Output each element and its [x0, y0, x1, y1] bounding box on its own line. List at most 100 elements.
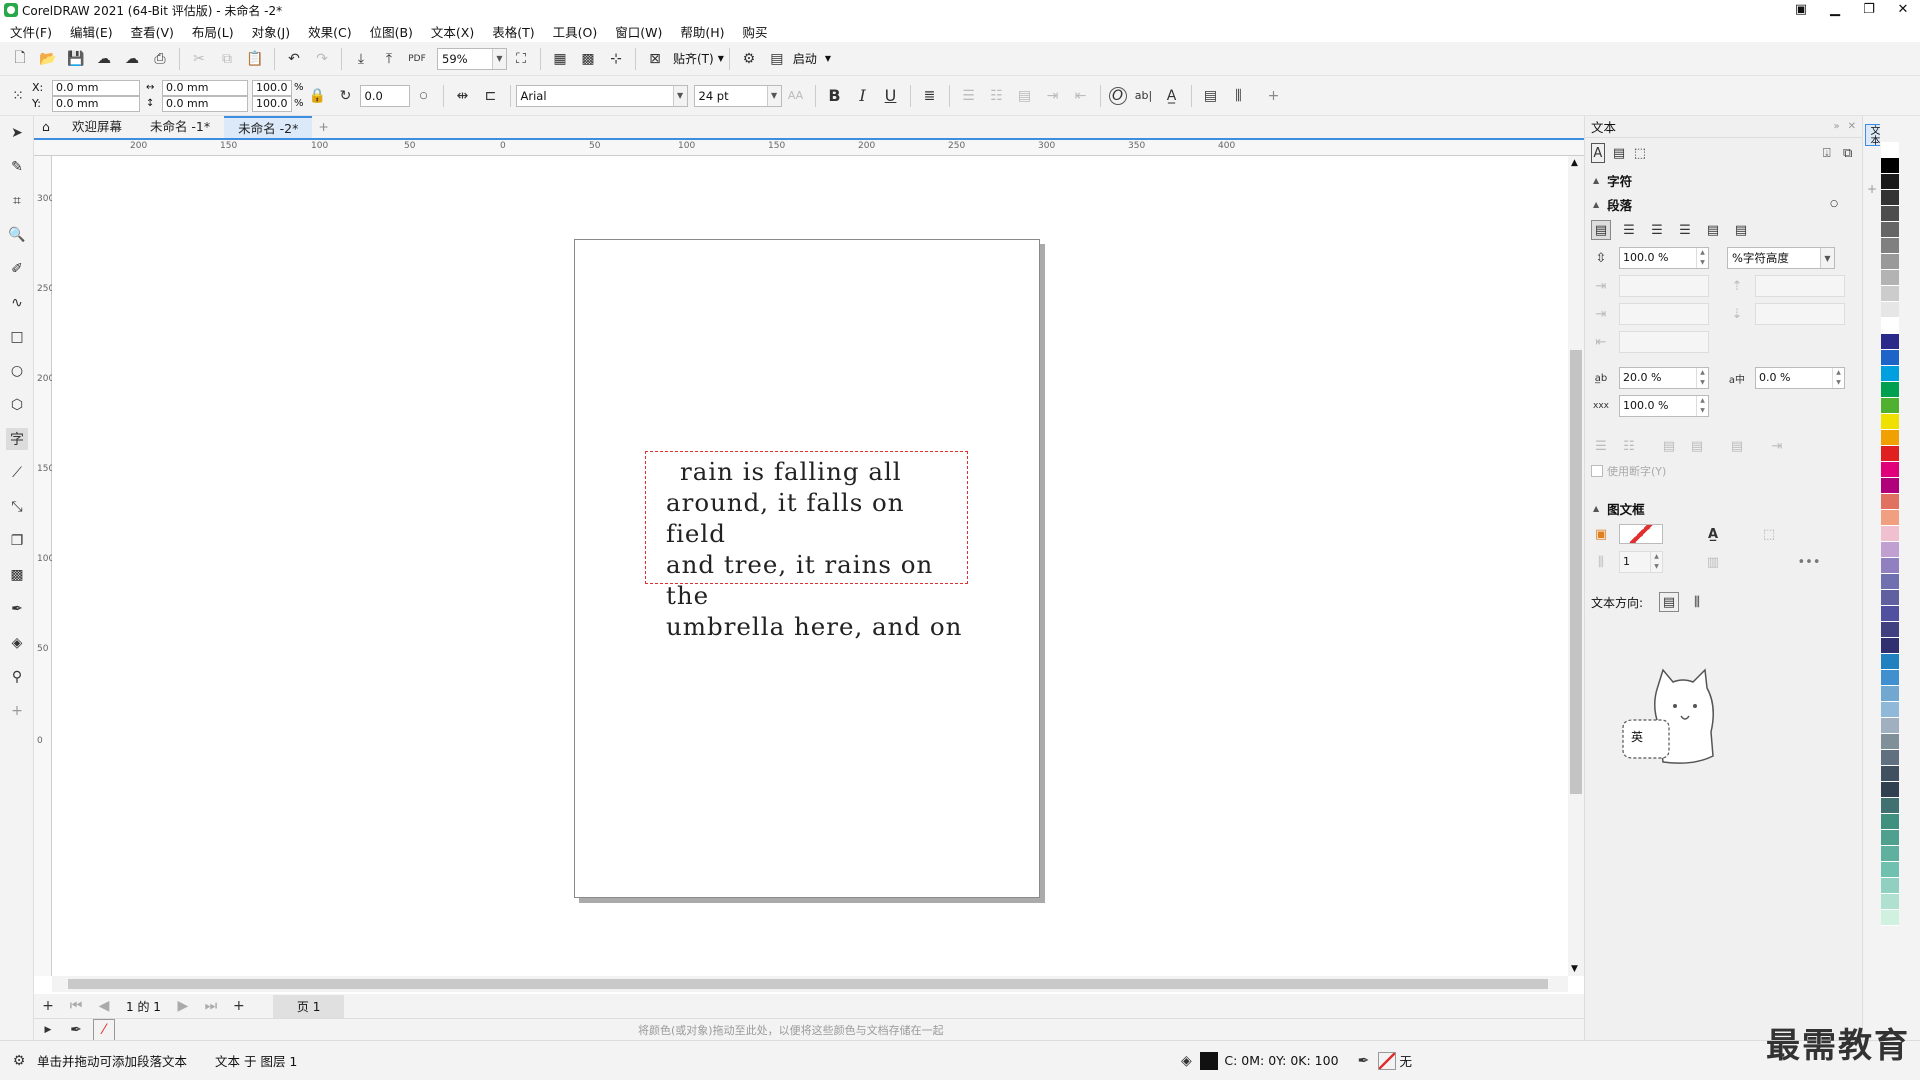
numbered-list-icon[interactable]: ☷ [986, 85, 1008, 107]
force-justify-icon[interactable]: ▤ [1731, 220, 1751, 240]
menu-bitmaps[interactable]: 位图(B) [370, 22, 413, 41]
line-spacing-field[interactable]: 100.0 % ▲ ▼ [1619, 247, 1709, 269]
horizontal-direction-icon[interactable]: ▤ [1659, 592, 1680, 612]
palette-swatch[interactable] [1881, 654, 1899, 670]
left-indent-field[interactable] [1619, 303, 1709, 325]
columns-field[interactable]: 1 ▲ ▼ [1619, 551, 1663, 573]
palette-swatch[interactable] [1881, 174, 1899, 190]
print-icon[interactable]: ⎙ [149, 48, 171, 70]
rectangle-tool-icon[interactable]: □ [6, 326, 28, 348]
show-rulers-icon[interactable]: ▦ [549, 48, 571, 70]
menu-table[interactable]: 表格(T) [492, 22, 534, 41]
scroll-down-icon[interactable]: ▼ [1571, 964, 1578, 974]
palette-swatch[interactable] [1881, 190, 1899, 206]
font-size-combo[interactable]: 24 pt ▼ [693, 84, 782, 107]
add-tool-icon[interactable]: + [6, 700, 28, 722]
menu-window[interactable]: 窗口(W) [615, 22, 662, 41]
palette-swatch[interactable] [1881, 862, 1899, 878]
mirror-icon[interactable]: ⇹ [452, 85, 474, 107]
eyedropper-icon[interactable]: ✒ [65, 1019, 87, 1041]
palette-swatch[interactable] [1881, 350, 1899, 366]
x-position-field[interactable]: 0.0 mm [52, 79, 140, 96]
tab-welcome[interactable]: 欢迎屏幕 [58, 116, 136, 138]
lock-ratio-icon[interactable]: 🔒 [307, 85, 329, 107]
shape-tool-icon[interactable]: ✎ [6, 156, 28, 178]
palette-swatch[interactable] [1881, 686, 1899, 702]
frame-section[interactable]: ▲ 图文框 [1585, 496, 1862, 520]
hyphenation-settings-icon[interactable]: ▤ [1727, 436, 1747, 456]
settings-gear-icon[interactable]: ⚙ [8, 1050, 30, 1072]
space-after-field[interactable] [1755, 303, 1845, 325]
palette-swatch[interactable] [1881, 222, 1899, 238]
outline-none-swatch[interactable] [1377, 1051, 1396, 1070]
bullets-icon[interactable]: ☰ [1591, 436, 1611, 456]
add-docker-icon[interactable]: + [1867, 182, 1877, 196]
italic-icon[interactable]: I [852, 85, 874, 107]
horizontal-ruler[interactable]: 200 150 100 50 0 50 100 150 200 250 300 … [34, 138, 1584, 156]
drop-cap-icon[interactable]: ▤ [1659, 436, 1679, 456]
palette-swatch[interactable] [1881, 366, 1899, 382]
palette-swatch[interactable] [1881, 334, 1899, 350]
eyedropper-icon[interactable]: ✒ [6, 598, 28, 620]
column-settings-icon[interactable]: ▥ [1703, 552, 1723, 572]
close-icon[interactable]: ✕ [1848, 121, 1856, 132]
menu-buy[interactable]: 购买 [743, 22, 768, 41]
right-indent-field[interactable] [1619, 331, 1709, 353]
more-options-icon[interactable]: ○ [1830, 199, 1838, 209]
horizontal-text-icon[interactable]: ▤ [1200, 85, 1222, 107]
align-left-icon[interactable]: ☰ [1619, 220, 1639, 240]
palette-swatch[interactable] [1881, 414, 1899, 430]
menu-file[interactable]: 文件(F) [10, 22, 52, 41]
height-field[interactable]: 0.0 mm [162, 95, 248, 112]
new-document-icon[interactable]: 🗋 [9, 48, 31, 70]
palette-swatch[interactable] [1881, 622, 1899, 638]
snap-off-icon[interactable]: ⊠ [644, 48, 666, 70]
menu-view[interactable]: 查看(V) [131, 22, 174, 41]
crop-tool-icon[interactable]: ⌗ [6, 190, 28, 212]
palette-swatch[interactable] [1881, 558, 1899, 574]
close-button[interactable]: ✕ [1886, 0, 1920, 20]
redo-icon[interactable]: ↷ [311, 48, 333, 70]
rotate-icon[interactable]: ↻ [335, 85, 357, 107]
palette-swatch[interactable] [1881, 526, 1899, 542]
vertical-text-icon[interactable]: ⫼ [1228, 85, 1250, 107]
edit-text-icon[interactable]: ab| [1133, 85, 1155, 107]
menu-object[interactable]: 对象(J) [252, 22, 290, 41]
palette-swatch[interactable] [1881, 158, 1899, 174]
palette-swatch[interactable] [1881, 318, 1899, 334]
palette-swatch[interactable] [1881, 670, 1899, 686]
collapse-icon[interactable]: » [1833, 121, 1839, 132]
palette-swatch[interactable] [1881, 478, 1899, 494]
interactive-fill-icon[interactable]: ◈ [6, 632, 28, 654]
open-icon[interactable]: 📂 [37, 48, 59, 70]
underline-icon[interactable]: U [880, 85, 902, 107]
drop-cap-icon[interactable]: ▤ [1014, 85, 1036, 107]
connector-tool-icon[interactable]: ⤡ [6, 496, 28, 518]
palette-swatch[interactable] [1881, 286, 1899, 302]
artistic-media-icon[interactable]: ∿ [6, 292, 28, 314]
palette-swatch[interactable] [1881, 462, 1899, 478]
minimize-button[interactable]: ▁ [1818, 0, 1852, 20]
y-position-field[interactable]: 0.0 mm [52, 95, 140, 112]
justify-icon[interactable]: ▤ [1703, 220, 1723, 240]
palette-swatch[interactable] [1881, 830, 1899, 846]
palette-swatch[interactable] [1881, 302, 1899, 318]
scrollbar-thumb[interactable] [1570, 350, 1582, 794]
palette-swatch[interactable] [1881, 398, 1899, 414]
palette-swatch[interactable] [1881, 894, 1899, 910]
export-icon[interactable]: ⤒ [378, 48, 400, 70]
chevron-down-icon[interactable]: ▼ [825, 54, 831, 63]
chevron-down-icon[interactable]: ▼ [718, 54, 724, 63]
last-page-icon[interactable]: ⏭ [200, 995, 222, 1017]
align-center-icon[interactable]: ☰ [1647, 220, 1667, 240]
palette-swatch[interactable] [1881, 878, 1899, 894]
palette-swatch[interactable] [1881, 590, 1899, 606]
text-wrap-icon[interactable]: ⊏ [480, 85, 502, 107]
palette-swatch[interactable] [1881, 270, 1899, 286]
text-alignment-icon[interactable]: ≣ [919, 85, 941, 107]
frame-background-none[interactable] [1619, 524, 1663, 544]
align-right-icon[interactable]: ☰ [1675, 220, 1695, 240]
snap-to-button[interactable]: 贴齐(T) [673, 50, 714, 67]
ellipse-tool-icon[interactable]: ○ [6, 360, 28, 382]
add-page-end-icon[interactable]: + [228, 995, 250, 1017]
